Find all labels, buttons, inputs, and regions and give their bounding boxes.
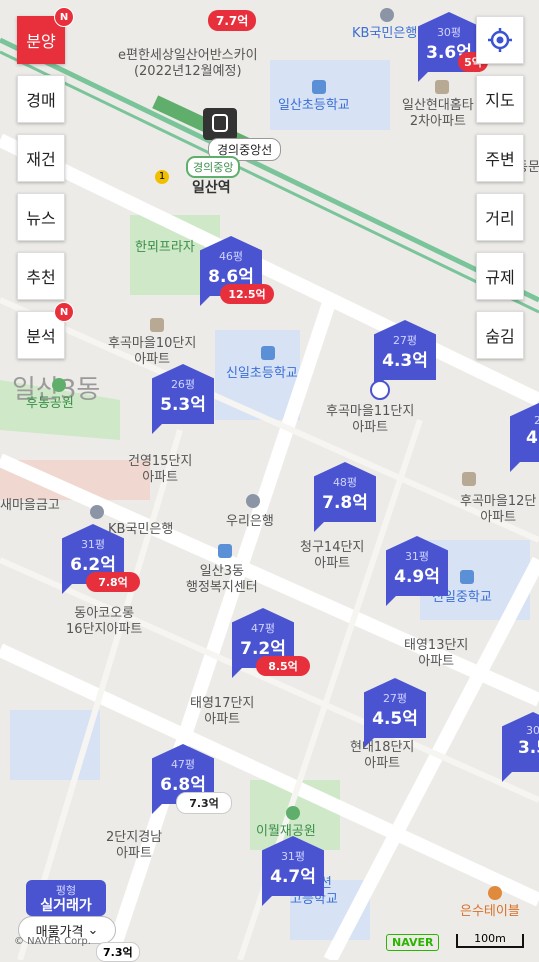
price-marker[interactable]: 48평 7.8억 (314, 462, 376, 532)
subway-station-icon[interactable] (203, 108, 237, 140)
price-sub-label: 12.5억 (220, 284, 274, 304)
place-label: 새마을금고 (0, 498, 60, 513)
bank-icon (380, 8, 394, 22)
place-label: 청구14단지 아파트 (300, 540, 365, 571)
place-label: 후동공원 (26, 396, 74, 411)
location-pin-icon (370, 380, 390, 400)
price-marker[interactable]: 303.5 (502, 712, 539, 782)
recommend-button[interactable]: 추천 (17, 252, 65, 300)
place-label: 태영13단지 아파트 (404, 638, 469, 669)
price-marker[interactable]: 46평 8.6억 12.5억 (200, 236, 274, 306)
place-label: 우리은행 (226, 514, 274, 529)
place-label: 동아코오롱 16단지아파트 (66, 606, 143, 637)
place-label: 태영17단지 아파트 (190, 696, 255, 727)
map-credit: © NAVER Corp. (14, 936, 91, 947)
line1-icon: 1 (155, 170, 169, 184)
station-name: 일산역 (192, 180, 231, 196)
price-marker[interactable]: 27평 4.3억 (374, 320, 436, 390)
place-label: 일산3동 행정복지센터 (186, 564, 258, 595)
auction-button[interactable]: 경매 (17, 75, 65, 123)
place-label: 후곡마을12단 아파트 (460, 494, 537, 525)
distance-button[interactable]: 거리 (476, 193, 524, 241)
crosshair-icon (488, 28, 512, 52)
line-badge: 경의중앙 (186, 156, 241, 178)
reconstruction-button[interactable]: 재건 (17, 134, 65, 182)
apartment-icon (150, 318, 164, 332)
price-marker[interactable]: 30평 3.6억 5억 (418, 12, 488, 82)
place-label: 한뫼프라자 (135, 240, 195, 255)
new-badge: N (54, 7, 74, 27)
apartment-icon (435, 80, 449, 94)
bank-icon (90, 505, 104, 519)
school-icon (460, 570, 474, 584)
price-marker[interactable]: 26평 5.3억 (152, 364, 214, 434)
place-label: 일산초등학교 (278, 98, 350, 113)
restaurant-icon (488, 886, 502, 900)
school-icon (312, 80, 326, 94)
place-label: 신일초등학교 (226, 366, 298, 381)
legend-badge: 평형 실거래가 (26, 880, 106, 916)
nearby-button[interactable]: 주변 (476, 134, 524, 182)
price-marker[interactable]: 31평 6.2억 7.8억 (62, 524, 140, 594)
price-sub-label[interactable]: 7.7억 (208, 10, 257, 31)
naver-logo: NAVER (386, 934, 440, 951)
price-sub-label: 7.3억 (176, 792, 232, 814)
price-marker[interactable]: 31평 4.7억 (262, 836, 324, 906)
place-label: e편한세상일산어반스카이 (2022년12월예정) (118, 48, 258, 79)
price-sub-label: 7.8억 (86, 572, 140, 592)
price-marker[interactable]: 284.3 (510, 402, 539, 472)
place-label: 일산현대홈타 2차아파트 (402, 98, 474, 129)
gps-location-button[interactable] (476, 16, 524, 64)
park-icon (52, 378, 66, 392)
price-marker[interactable]: 31평 4.9억 (386, 536, 448, 606)
price-sub-label: 8.5억 (256, 656, 310, 676)
regulation-button[interactable]: 규제 (476, 252, 524, 300)
hide-button[interactable]: 숨김 (476, 311, 524, 359)
apartment-icon (462, 472, 476, 486)
price-marker[interactable]: 47평 6.8억 7.3억 (152, 744, 232, 814)
price-marker[interactable]: 27평 4.5억 (364, 678, 426, 748)
price-marker[interactable]: 47평 7.2억 8.5억 (232, 608, 310, 678)
place-label: 2단지경남 아파트 (106, 830, 163, 861)
govt-office-icon (218, 544, 232, 558)
place-label: 은수테이블 (460, 904, 520, 919)
price-sub-label: 7.3억 (96, 942, 140, 962)
new-badge: N (54, 302, 74, 322)
map-type-button[interactable]: 지도 (476, 75, 524, 123)
map-scale: 100m (456, 933, 524, 948)
park-icon (286, 806, 300, 820)
school-icon (261, 346, 275, 360)
bank-icon (246, 494, 260, 508)
place-label: KB국민은행 (352, 26, 418, 41)
place-label: 건영15단지 아파트 (128, 454, 193, 485)
place-label: 후곡마을11단지 아파트 (326, 404, 415, 435)
news-button[interactable]: 뉴스 (17, 193, 65, 241)
